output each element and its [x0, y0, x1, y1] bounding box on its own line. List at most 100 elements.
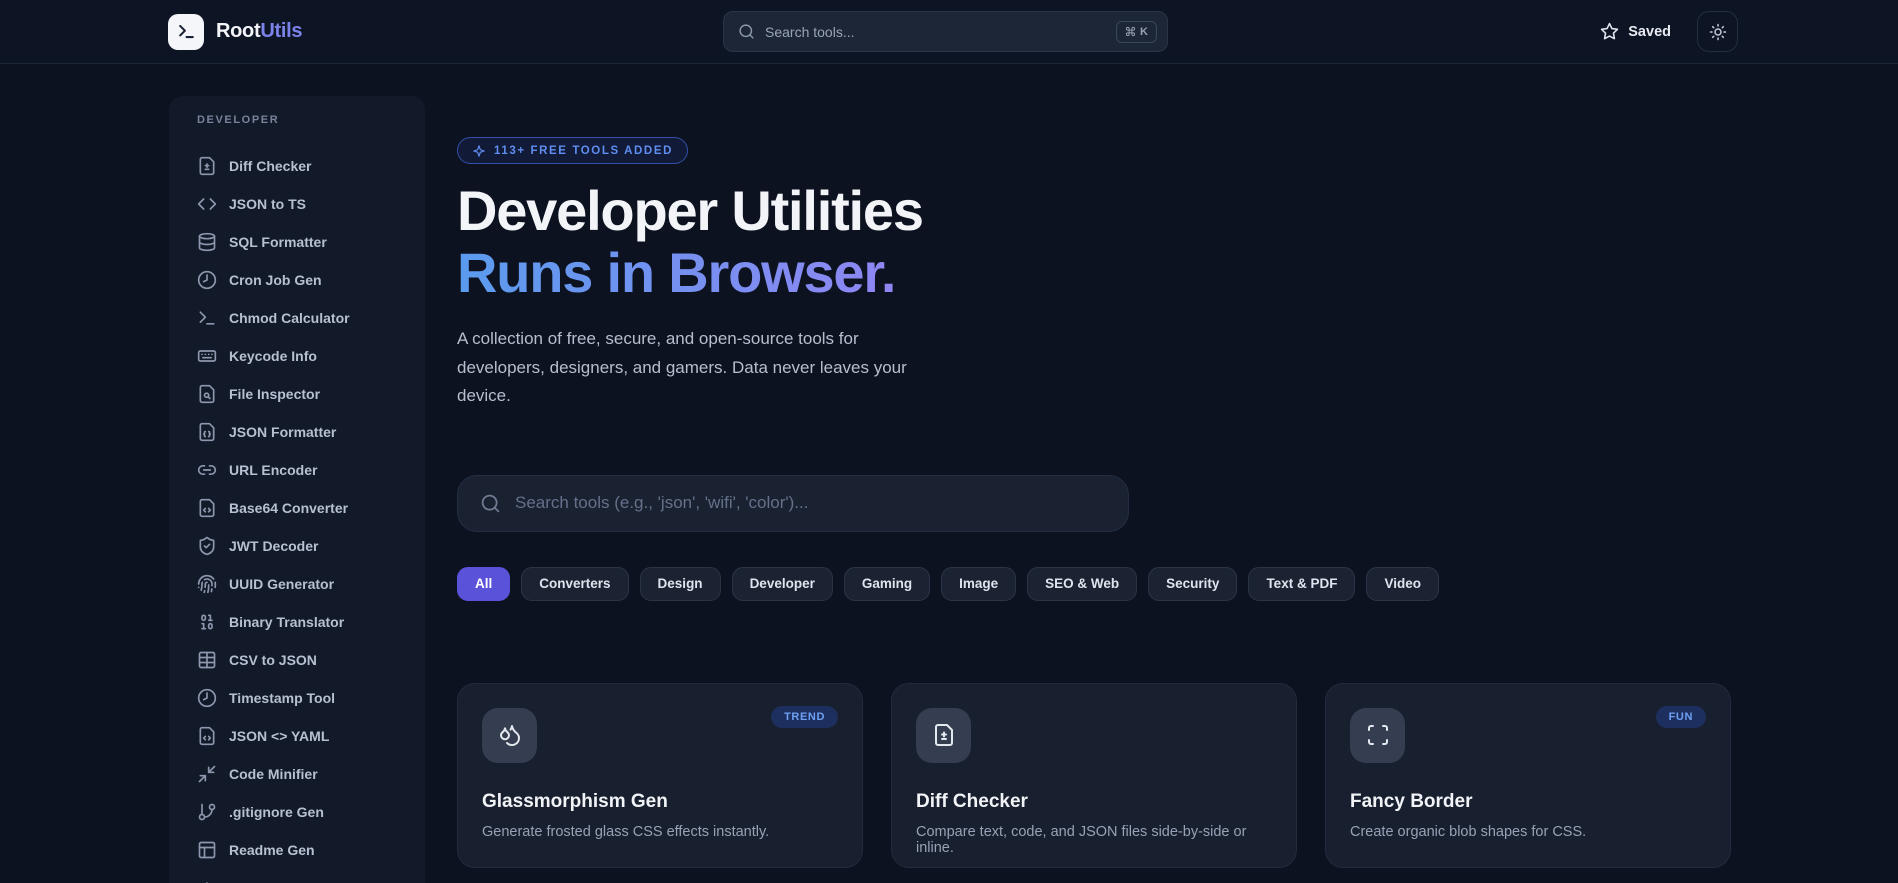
sun-icon [1709, 23, 1727, 41]
shortcut-key: K [1140, 25, 1148, 38]
brand-name: RootUtils [216, 20, 302, 43]
nav-search-input[interactable]: Search tools... K [723, 11, 1168, 52]
saved-label: Saved [1628, 23, 1671, 40]
sidebar-item-code-minifier[interactable]: Code Minifier [197, 755, 409, 793]
tool-card-diff-checker[interactable]: Diff Checker Compare text, code, and JSON… [891, 682, 1297, 868]
file-code-icon [197, 726, 217, 746]
theme-toggle-button[interactable] [1697, 11, 1738, 52]
card-title: Glassmorphism Gen [482, 790, 668, 812]
sidebar-item-label: Diff Checker [229, 158, 312, 174]
sidebar-item-gitignore-gen[interactable]: .gitignore Gen [197, 793, 409, 831]
sidebar-item-label: Timestamp Tool [229, 690, 336, 706]
panels-icon [197, 840, 217, 860]
sidebar-item-label: Chmod Calculator [229, 310, 350, 326]
filter-design[interactable]: Design [639, 566, 721, 601]
saved-button[interactable]: Saved [1600, 22, 1671, 41]
card-title: Fancy Border [1350, 790, 1473, 812]
sidebar-item-timestamp-tool[interactable]: Timestamp Tool [197, 679, 409, 717]
sidebar: DEVELOPER Diff Checker JSON to TS SQL Form… [169, 96, 425, 883]
sidebar-item-label: Cron Job Gen [229, 272, 322, 288]
sidebar-item-url-encoder[interactable]: URL Encoder [197, 451, 409, 489]
keyboard-icon [197, 346, 217, 366]
sidebar-item-label: JWT Decoder [229, 538, 319, 554]
sparkles-icon [472, 144, 486, 158]
scan-icon [1350, 707, 1405, 763]
navbar-actions: Saved [1600, 11, 1738, 52]
database-icon [197, 232, 217, 252]
sidebar-item-file-inspector[interactable]: File Inspector [197, 375, 409, 413]
filter-gaming[interactable]: Gaming [843, 566, 931, 601]
sidebar-item-chmod-calculator[interactable]: Chmod Calculator [197, 299, 409, 337]
clock-icon [197, 688, 217, 708]
page-description: A collection of free, secure, and open-s… [457, 329, 907, 406]
sidebar-item-sql-formatter[interactable]: SQL Formatter [197, 223, 409, 261]
filter-video[interactable]: Video [1366, 566, 1439, 601]
file-code-icon [197, 498, 217, 518]
sidebar-item-readme-gen[interactable]: Readme Gen [197, 831, 409, 869]
sidebar-item-json-formatter[interactable]: JSON Formatter [197, 413, 409, 451]
file-diff-icon [916, 707, 971, 763]
sidebar-item-diff-checker[interactable]: Diff Checker [197, 147, 409, 185]
sidebar-item-label: UUID Generator [229, 576, 335, 592]
brand-logo-link[interactable]: RootUtils [168, 13, 302, 50]
sidebar-item-regex-tester[interactable]: Regex Tester [197, 869, 409, 883]
asterisk-icon [197, 878, 217, 883]
sidebar-list: Diff Checker JSON to TS SQL Formatter Cron … [197, 147, 409, 883]
sidebar-item-label: File Inspector [229, 386, 321, 402]
sidebar-item-label: JSON Formatter [229, 424, 337, 440]
command-icon [1125, 26, 1136, 37]
sidebar-item-cron-job-gen[interactable]: Cron Job Gen [197, 261, 409, 299]
tools-search-placeholder: Search tools (e.g., 'json', 'wifi', 'col… [515, 493, 809, 513]
tools-search-input[interactable]: Search tools (e.g., 'json', 'wifi', 'col… [457, 474, 1129, 532]
file-search-icon [197, 384, 217, 404]
tool-card-fancy-border[interactable]: FUN Fancy Border Create organic blob shape… [1325, 682, 1731, 868]
filter-seo-web[interactable]: SEO & Web [1027, 566, 1138, 601]
category-filter-bar: All Converters Design Developer Gaming Image S… [457, 566, 1738, 601]
card-description: Generate frosted glass CSS effects insta… [482, 823, 770, 840]
droplets-icon [482, 707, 537, 763]
page-title-line2: Runs in Browser. [457, 240, 896, 304]
star-icon [1600, 22, 1619, 41]
filter-text-pdf[interactable]: Text & PDF [1248, 566, 1356, 601]
sidebar-item-base64-converter[interactable]: Base64 Converter [197, 489, 409, 527]
card-description: Create organic blob shapes for CSS. [1350, 823, 1587, 840]
sidebar-item-label: .gitignore Gen [229, 804, 324, 820]
table-icon [197, 650, 217, 670]
terminal-icon [197, 308, 217, 328]
git-branch-icon [197, 802, 217, 822]
tools-count-label: 113+ FREE TOOLS ADDED [494, 144, 673, 157]
shield-check-icon [197, 536, 217, 556]
file-diff-icon [197, 156, 217, 176]
sidebar-item-label: Code Minifier [229, 766, 318, 782]
filter-converters[interactable]: Converters [521, 566, 629, 601]
card-title: Diff Checker [916, 790, 1028, 812]
page-title-line1: Developer Utilities [457, 179, 924, 242]
sidebar-item-uuid-generator[interactable]: UUID Generator [197, 565, 409, 603]
sidebar-item-binary-translator[interactable]: Binary Translator [197, 603, 409, 641]
tool-card-glassmorphism-gen[interactable]: TREND Glassmorphism Gen Generate frosted g… [457, 682, 863, 868]
sidebar-item-jwt-decoder[interactable]: JWT Decoder [197, 527, 409, 565]
sidebar-item-csv-to-json[interactable]: CSV to JSON [197, 641, 409, 679]
tool-cards-grid: TREND Glassmorphism Gen Generate frosted g… [457, 682, 1738, 868]
filter-all[interactable]: All [457, 566, 511, 601]
sidebar-item-json-yaml[interactable]: JSON <> YAML [197, 717, 409, 755]
sidebar-item-keycode-info[interactable]: Keycode Info [197, 337, 409, 375]
filter-image[interactable]: Image [941, 566, 1017, 601]
filter-developer[interactable]: Developer [731, 566, 833, 601]
sidebar-item-label: JSON <> YAML [229, 728, 330, 744]
sidebar-item-label: URL Encoder [229, 462, 318, 478]
sidebar-item-label: Keycode Info [229, 348, 317, 364]
code-icon [197, 194, 217, 214]
terminal-logo-icon [168, 13, 204, 50]
minimize-icon [197, 764, 217, 784]
clock-icon [197, 270, 217, 290]
sidebar-item-label: Binary Translator [229, 614, 345, 630]
filter-security[interactable]: Security [1148, 566, 1238, 601]
sidebar-item-label: SQL Formatter [229, 234, 327, 250]
sidebar-item-json-to-ts[interactable]: JSON to TS [197, 185, 409, 223]
sidebar-section-label: DEVELOPER [197, 114, 280, 126]
keyboard-shortcut-badge: K [1116, 20, 1157, 43]
search-icon [738, 23, 755, 40]
brand-name-primary: Root [216, 20, 261, 42]
card-badge-trend: TREND [771, 705, 838, 728]
